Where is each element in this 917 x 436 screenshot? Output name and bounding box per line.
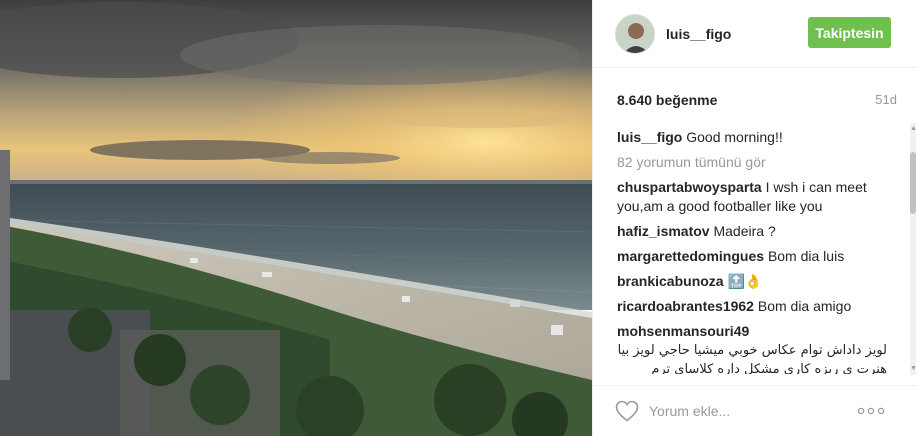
post-age[interactable]: 51d <box>875 92 897 108</box>
comment-text: Bom dia luis <box>767 248 845 264</box>
post-container: luis__figo Takiptesin 8.640 beğenme 51d … <box>0 0 917 436</box>
beach-sunrise-image <box>0 0 592 436</box>
comment-username[interactable]: margarettedomingues <box>617 248 764 264</box>
header-username[interactable]: luis__figo <box>666 26 731 42</box>
comment-item: margarettedomingues Bom dia luis <box>617 247 887 266</box>
caption-username[interactable]: luis__figo <box>617 129 682 145</box>
caption-text: Good morning!! <box>686 129 783 145</box>
post-sidebar: luis__figo Takiptesin 8.640 beğenme 51d … <box>592 0 917 436</box>
comment-item: brankicabunoza 🔝👌 <box>617 272 887 291</box>
post-header: luis__figo Takiptesin <box>593 0 917 68</box>
post-meta: 8.640 beğenme 51d <box>617 92 897 108</box>
post-footer <box>593 385 917 436</box>
caption: luis__figo Good morning!! <box>617 128 887 147</box>
comment-username[interactable]: chuspartabwoysparta <box>617 179 762 195</box>
likes-count[interactable]: 8.640 beğenme <box>617 92 717 108</box>
add-comment-input[interactable] <box>649 400 849 422</box>
comment-item: ricardoabrantes1962 Bom dia amigo <box>617 297 887 316</box>
following-button[interactable]: Takiptesin <box>808 17 891 48</box>
comments-scrollbar-thumb[interactable] <box>910 152 916 214</box>
view-all-comments-link[interactable]: 82 yorumun tümünü gör <box>617 153 887 172</box>
comment-item: chuspartabwoysparta I wsh i can meet you… <box>617 178 887 216</box>
comment-item: mohsenmansouri49 لويز داداش توام عكاس خو… <box>617 322 887 374</box>
avatar[interactable] <box>615 13 655 54</box>
comment-text: 🔝👌 <box>727 273 763 289</box>
comments-list: luis__figo Good morning!! 82 yorumun tüm… <box>617 128 887 374</box>
comment-text: Madeira ? <box>713 223 776 239</box>
comment-username[interactable]: ricardoabrantes1962 <box>617 298 754 314</box>
comment-text: لويز داداش توام عكاس خوبي ميشيا حاجي لوي… <box>617 343 887 374</box>
comment-username[interactable]: mohsenmansouri49 <box>617 323 749 339</box>
scroll-down-arrow-icon[interactable]: ▼ <box>910 364 917 374</box>
comment-item: hafiz_ismatov Madeira ? <box>617 222 887 241</box>
scroll-up-arrow-icon[interactable]: ▲ <box>910 124 917 134</box>
post-photo[interactable] <box>0 0 592 436</box>
comment-username[interactable]: brankicabunoza <box>617 273 724 289</box>
comment-text: Bom dia amigo <box>757 298 852 314</box>
heart-icon[interactable] <box>615 400 639 422</box>
more-options-icon[interactable] <box>857 404 885 418</box>
comment-username[interactable]: hafiz_ismatov <box>617 223 710 239</box>
avatar-image <box>616 14 654 53</box>
